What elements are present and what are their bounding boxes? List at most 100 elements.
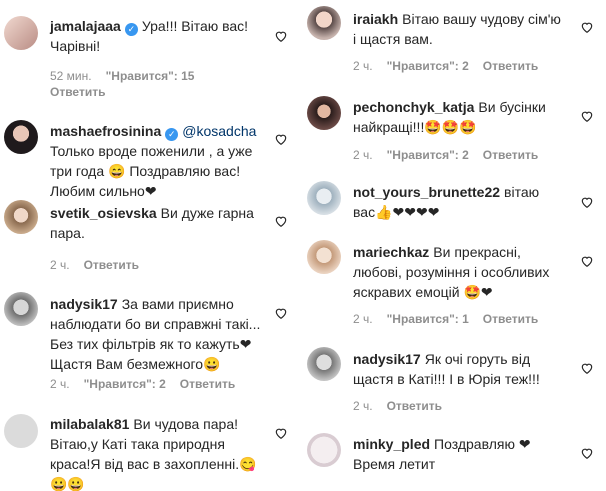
comment-meta: 2 ч. "Нравится": 2 Ответить [50, 376, 249, 392]
comment-line: Любим сильно❤ [50, 183, 157, 199]
avatar[interactable] [4, 200, 38, 234]
like-heart-icon[interactable] [274, 306, 288, 320]
comment-text: nadysik17 Як очі горуть від щастя в Каті!… [353, 349, 583, 389]
comment-line: Ви прекрасні, [433, 244, 521, 260]
like-heart-icon[interactable] [274, 214, 288, 228]
like-heart-icon[interactable] [580, 20, 594, 34]
comment-meta: 2 ч. Ответить [50, 257, 153, 273]
comment-meta: 2 ч. "Нравится": 2 Ответить [353, 58, 552, 74]
avatar[interactable] [307, 6, 341, 40]
avatar[interactable] [307, 347, 341, 381]
comment-text: minky_pled Поздравляю ❤ Время летит [353, 434, 583, 474]
comment-line: яскравих емоцій 🤩❤ [353, 284, 493, 300]
avatar[interactable] [307, 433, 341, 467]
reply-button[interactable]: Ответить [483, 312, 538, 326]
comment-line: Время летит [353, 456, 436, 472]
comment-username[interactable]: nadysik17 [50, 296, 118, 312]
comment-line: Вітаю вашу чудову сім'ю [402, 11, 561, 27]
reply-button[interactable]: Ответить [483, 148, 538, 162]
reply-button[interactable]: Ответить [483, 59, 538, 73]
reply-button[interactable]: Ответить [84, 258, 139, 272]
comment-line: Ви дуже гарна [160, 205, 254, 221]
comment-line: три года 😄 Поздравляю вас! [50, 163, 241, 179]
comment-line: щастя в Каті!!! І в Юрія теж!!! [353, 371, 540, 387]
comment-text: nadysik17 За вами приємно наблюдати бо ви… [50, 294, 280, 374]
comment-line: вітаю [504, 184, 540, 200]
comment-username[interactable]: svetik_osievska [50, 205, 157, 221]
verified-badge-icon: ✓ [165, 128, 179, 141]
comment-text: milabalak81 Ви чудова пара! Вітаю,у Каті … [50, 414, 280, 491]
reply-button[interactable]: Ответить [50, 84, 105, 100]
comment-username[interactable]: iraiakh [353, 11, 398, 27]
comment-line: Ви чудова пара! [133, 416, 239, 432]
mention-link[interactable]: @kosadcha [182, 123, 256, 139]
comment-meta: 2 ч. "Нравится": 1 Ответить [353, 311, 552, 327]
comment-text: mariechkaz Ви прекрасні, любові, розумінн… [353, 242, 583, 302]
comment-time[interactable]: 2 ч. [353, 59, 373, 73]
avatar[interactable] [307, 96, 341, 130]
comment-likes[interactable]: "Нравится": 15 [106, 69, 195, 83]
comment-line: Без тих фільтрів як то кажуть❤ [50, 336, 252, 352]
comment-likes[interactable]: "Нравится": 2 [84, 377, 166, 391]
avatar[interactable] [4, 120, 38, 154]
comment-username[interactable]: pechonchyk_katja [353, 99, 474, 115]
comment-line: Ура!!! Вітаю вас! [141, 18, 249, 34]
comment-username[interactable]: milabalak81 [50, 416, 129, 432]
comment-line: 😀😀 [50, 476, 85, 491]
comments-column-left: jamalajaaa ✓ Ура!!! Вітаю вас! Чарівні! 52… [0, 0, 300, 491]
comment-line: краса!Я від вас в захопленні.😋 [50, 456, 257, 472]
like-heart-icon[interactable] [580, 446, 594, 460]
reply-button[interactable]: Ответить [387, 399, 442, 413]
comment-username[interactable]: mariechkaz [353, 244, 429, 260]
comment-meta: 52 мин. "Нравится": 15 [50, 68, 208, 84]
like-heart-icon[interactable] [580, 254, 594, 268]
like-heart-icon[interactable] [274, 426, 288, 440]
reply-button[interactable]: Ответить [180, 377, 235, 391]
like-heart-icon[interactable] [274, 29, 288, 43]
comment-text: not_yours_brunette22 вітаю вас👍❤❤❤❤ [353, 182, 583, 222]
like-heart-icon[interactable] [580, 195, 594, 209]
comment-time[interactable]: 2 ч. [353, 148, 373, 162]
comment-time[interactable]: 2 ч. [50, 377, 70, 391]
avatar[interactable] [307, 240, 341, 274]
comment-line: Чарівні! [50, 38, 101, 54]
comment-text: iraiakh Вітаю вашу чудову сім'ю і щастя в… [353, 9, 583, 49]
comment-line: За вами приємно [121, 296, 234, 312]
comment-username[interactable]: not_yours_brunette22 [353, 184, 500, 200]
avatar[interactable] [4, 16, 38, 50]
like-heart-icon[interactable] [580, 109, 594, 123]
comment-text: svetik_osievska Ви дуже гарна пара. [50, 203, 280, 243]
comment-line: Только вроде поженили , а уже [50, 143, 253, 159]
comment-meta: 2 ч. "Нравится": 2 Ответить [353, 147, 552, 163]
comment-time[interactable]: 2 ч. [50, 258, 70, 272]
comment-text: pechonchyk_katja Ви бусінки найкращі!!!🤩🤩… [353, 97, 583, 137]
comment-time[interactable]: 2 ч. [353, 399, 373, 413]
comment-likes[interactable]: "Нравится": 2 [387, 59, 469, 73]
comment-meta: 2 ч. Ответить [353, 398, 456, 414]
comment-time[interactable]: 2 ч. [353, 312, 373, 326]
comment-text: mashaefrosinina ✓ @kosadcha Только вроде п… [50, 121, 280, 201]
comment-likes[interactable]: "Нравится": 1 [387, 312, 469, 326]
comment-line: вас👍❤❤❤❤ [353, 204, 440, 220]
comment-time[interactable]: 52 мин. [50, 69, 92, 83]
comments-column-right: iraiakh Вітаю вашу чудову сім'ю і щастя в… [303, 0, 606, 491]
comment-line: наблюдати бо ви справжні такі... [50, 316, 261, 332]
avatar[interactable] [4, 414, 38, 448]
avatar[interactable] [307, 181, 341, 215]
comment-line: і щастя вам. [353, 31, 433, 47]
comment-username[interactable]: minky_pled [353, 436, 430, 452]
comment-line: Ви бусінки [478, 99, 546, 115]
comment-text: jamalajaaa ✓ Ура!!! Вітаю вас! Чарівні! [50, 16, 280, 56]
comment-username[interactable]: jamalajaaa [50, 18, 121, 34]
comment-line: Щастя Вам безмежного😀 [50, 356, 221, 372]
comment-likes[interactable]: "Нравится": 2 [387, 148, 469, 162]
comment-username[interactable]: nadysik17 [353, 351, 421, 367]
comment-line: любові, розуміння і особливих [353, 264, 550, 280]
like-heart-icon[interactable] [274, 132, 288, 146]
comment-username[interactable]: mashaefrosinina [50, 123, 161, 139]
avatar[interactable] [4, 292, 38, 326]
comment-line: Поздравляю ❤ [434, 436, 531, 452]
comment-line: Як очі горуть від [424, 351, 531, 367]
comment-line: найкращі!!!🤩🤩🤩 [353, 119, 477, 135]
like-heart-icon[interactable] [580, 361, 594, 375]
